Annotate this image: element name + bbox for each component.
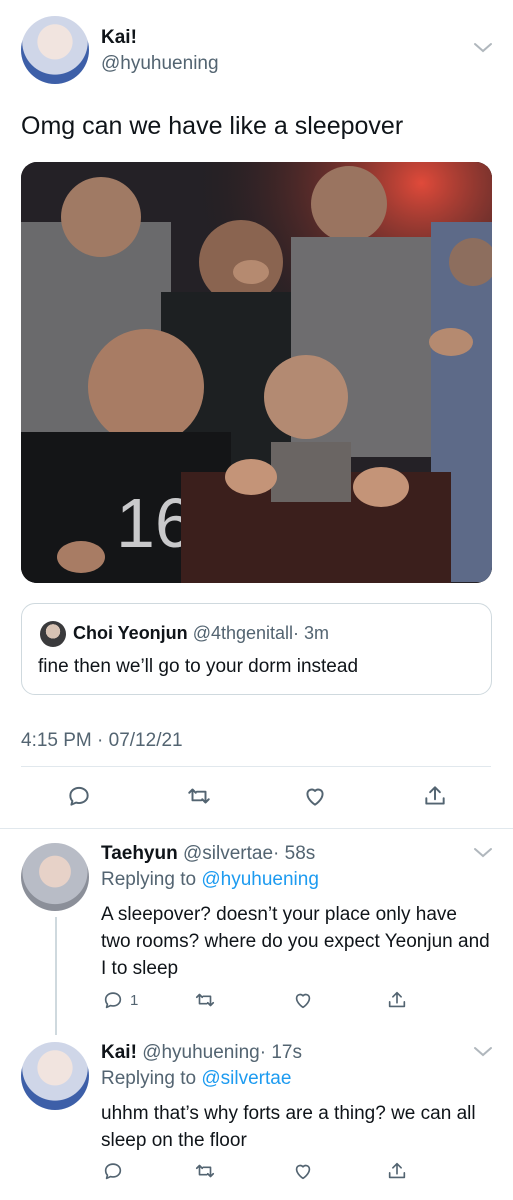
quoted-text: fine then we’ll go to your dorm instead <box>38 656 359 677</box>
tweet-text: Omg can we have like a sleepover <box>21 112 404 140</box>
retweet-button[interactable] <box>194 1160 216 1182</box>
quoted-header: Choi Yeonjun @4thgenitall· 3m <box>73 623 329 644</box>
chevron-down-icon[interactable] <box>472 41 494 55</box>
reply-icon <box>102 1160 124 1182</box>
avatar[interactable] <box>21 843 89 911</box>
divider <box>21 766 491 767</box>
reply-header: Kai! @hyuhuening· 17s <box>101 1042 302 1064</box>
like-button[interactable] <box>302 783 328 809</box>
retweet-icon <box>194 1160 216 1182</box>
reply-time: · 58s <box>273 843 316 864</box>
handle[interactable]: @hyuhuening <box>101 53 219 75</box>
retweet-icon <box>186 783 212 809</box>
reply-count: 1 <box>130 991 139 1009</box>
share-button[interactable] <box>386 989 408 1011</box>
share-icon <box>386 1160 408 1182</box>
replying-to-prefix: Replying to <box>101 1068 197 1089</box>
reply-button[interactable] <box>66 783 92 809</box>
avatar[interactable] <box>21 16 89 84</box>
retweet-button[interactable] <box>186 783 212 809</box>
share-icon <box>386 989 408 1011</box>
quoted-handle[interactable]: @4thgenitall <box>193 623 293 643</box>
reply-text: uhhm that’s why forts are a thing? we ca… <box>101 1103 476 1151</box>
quoted-tweet[interactable] <box>21 603 492 695</box>
reply-time: · 17s <box>259 1042 302 1063</box>
reply-button[interactable]: 1 <box>102 989 138 1011</box>
share-icon <box>422 783 448 809</box>
display-name[interactable]: Kai! <box>101 1042 137 1063</box>
like-button[interactable] <box>292 989 314 1011</box>
thread-line <box>55 917 57 1035</box>
chevron-down-icon[interactable] <box>472 846 494 860</box>
display-name[interactable]: Kai! <box>101 27 137 49</box>
reply-header: Taehyun @silvertae· 58s <box>101 843 315 865</box>
like-icon <box>292 1160 314 1182</box>
like-icon <box>292 989 314 1011</box>
handle[interactable]: @hyuhuening <box>142 1042 260 1063</box>
like-button[interactable] <box>292 1160 314 1182</box>
like-icon <box>302 783 328 809</box>
tweet-photo[interactable]: 16 <box>21 162 492 583</box>
retweet-icon <box>194 989 216 1011</box>
replying-to-prefix: Replying to <box>101 869 197 890</box>
tweet-timestamp[interactable]: 4:15 PM · 07/12/21 <box>21 730 183 752</box>
reply-icon <box>102 989 124 1011</box>
retweet-button[interactable] <box>194 989 216 1011</box>
handle[interactable]: @silvertae <box>183 843 273 864</box>
replying-to: Replying to @hyuhuening <box>101 869 319 891</box>
replying-to-link[interactable]: @silvertae <box>201 1068 291 1089</box>
replying-to: Replying to @silvertae <box>101 1068 291 1090</box>
chevron-down-icon[interactable] <box>472 1045 494 1059</box>
avatar[interactable] <box>21 1042 89 1110</box>
quoted-display-name[interactable]: Choi Yeonjun <box>73 623 188 643</box>
quoted-avatar[interactable] <box>40 621 66 647</box>
share-button[interactable] <box>422 783 448 809</box>
share-button[interactable] <box>386 1160 408 1182</box>
quoted-time: · 3m <box>293 623 330 643</box>
replying-to-link[interactable]: @hyuhuening <box>201 869 319 890</box>
divider <box>0 828 513 829</box>
display-name[interactable]: Taehyun <box>101 843 178 864</box>
reply-button[interactable] <box>102 1160 124 1182</box>
reply-text: A sleepover? doesn’t your place only hav… <box>101 904 490 979</box>
reply-icon <box>66 783 92 809</box>
